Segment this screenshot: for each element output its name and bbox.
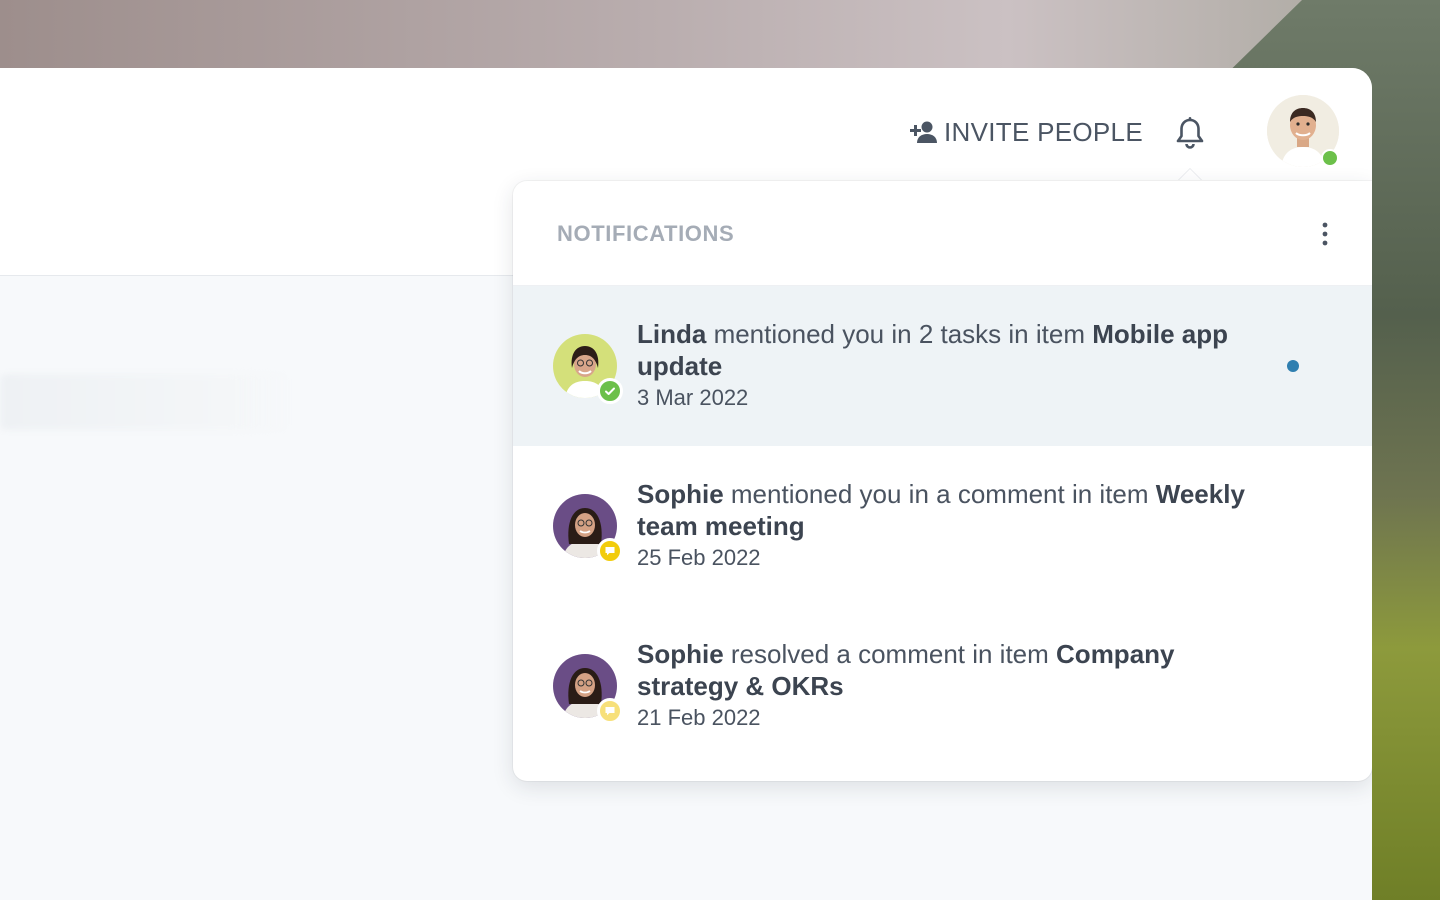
notifications-button[interactable] [1174,116,1206,150]
notifications-panel: NOTIFICATIONS Linda mentioned you in 2 t… [513,181,1372,781]
notification-actor: Sophie [637,639,724,669]
notification-date: 25 Feb 2022 [637,545,761,570]
add-person-icon [910,121,937,143]
notification-action: mentioned you in 2 tasks in item [706,319,1093,349]
notifications-header: NOTIFICATIONS [513,181,1372,286]
notification-text: Linda mentioned you in 2 tasks in item M… [637,318,1257,414]
badge-comment [597,538,623,564]
comment-icon [605,547,615,556]
app-window: INVITE PEOPLE NOTIFICATIONS Linda mentio… [0,68,1372,900]
notification-actor: Sophie [637,479,724,509]
bell-icon [1176,117,1204,149]
notifications-title: NOTIFICATIONS [557,221,735,246]
comment-icon [605,707,615,716]
invite-people-button[interactable]: INVITE PEOPLE [910,114,1143,150]
notification-actor: Linda [637,319,707,349]
check-icon [605,387,615,395]
blurred-placeholder [0,374,290,430]
background-sky [0,0,1440,70]
notification-item[interactable]: Sophie mentioned you in a comment in ite… [513,446,1372,606]
online-status-dot [1321,149,1339,167]
notification-date: 3 Mar 2022 [637,385,749,410]
notification-action: mentioned you in a comment in item [723,479,1156,509]
invite-people-label: INVITE PEOPLE [944,116,1143,147]
notification-text: Sophie resolved a comment in item Compan… [637,638,1257,734]
kebab-menu-icon[interactable] [1315,221,1335,247]
notification-item[interactable]: Linda mentioned you in 2 tasks in item M… [513,286,1372,446]
notification-item[interactable]: Sophie resolved a comment in item Compan… [513,606,1372,766]
notification-date: 21 Feb 2022 [637,705,761,730]
unread-indicator [1287,360,1299,372]
badge-comment-resolved [597,698,623,724]
notification-text: Sophie mentioned you in a comment in ite… [637,478,1257,574]
dropdown-caret [1178,169,1202,181]
badge-check [597,378,623,404]
notification-action: resolved a comment in item [723,639,1057,669]
